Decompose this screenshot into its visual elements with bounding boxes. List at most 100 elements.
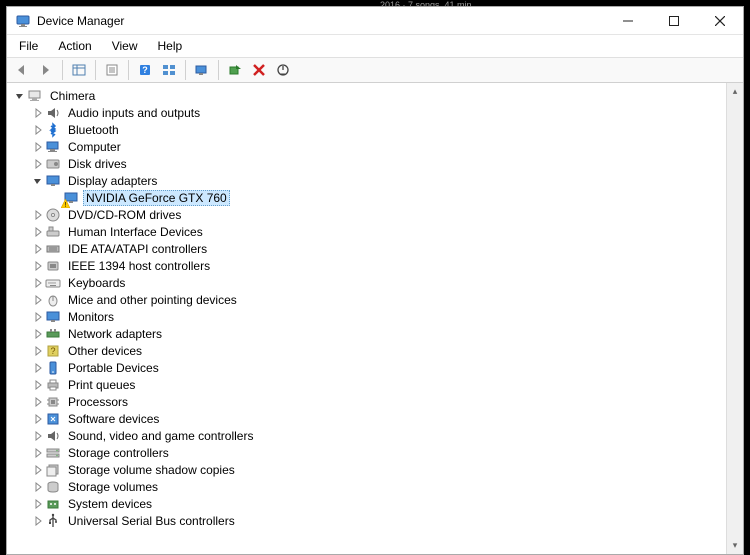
- tree-node-ieee[interactable]: IEEE 1394 host controllers: [7, 257, 726, 274]
- toolbar: ?: [7, 57, 743, 83]
- help-button[interactable]: ?: [134, 59, 156, 81]
- maximize-button[interactable]: [651, 7, 697, 34]
- close-button[interactable]: [697, 7, 743, 34]
- system-icon: [45, 496, 61, 512]
- update-driver-button[interactable]: [224, 59, 246, 81]
- tree-node-mouse[interactable]: Mice and other pointing devices: [7, 291, 726, 308]
- toolbar-separator: [95, 60, 96, 80]
- svg-text:!: !: [65, 202, 67, 208]
- expand-toggle[interactable]: [31, 276, 45, 290]
- toolbar-separator: [128, 60, 129, 80]
- software-icon: [45, 411, 61, 427]
- node-label: Mice and other pointing devices: [65, 292, 240, 308]
- volume-icon: [45, 479, 61, 495]
- tree-node-usb[interactable]: Universal Serial Bus controllers: [7, 512, 726, 529]
- tree-node-system[interactable]: System devices: [7, 495, 726, 512]
- expand-toggle[interactable]: [31, 140, 45, 154]
- tree-node-computer[interactable]: Computer: [7, 138, 726, 155]
- tree-node-display[interactable]: Display adapters: [7, 172, 726, 189]
- vertical-scrollbar[interactable]: ▴ ▾: [726, 83, 743, 554]
- expand-toggle[interactable]: [31, 293, 45, 307]
- tree-node-printer[interactable]: Print queues: [7, 376, 726, 393]
- expand-toggle[interactable]: [31, 208, 45, 222]
- disk-icon: [45, 156, 61, 172]
- node-label: Display adapters: [65, 173, 160, 189]
- expand-toggle[interactable]: [31, 310, 45, 324]
- tree-node-storage[interactable]: Storage controllers: [7, 444, 726, 461]
- tree-node-audio[interactable]: Audio inputs and outputs: [7, 104, 726, 121]
- disable-button[interactable]: [272, 59, 294, 81]
- node-label: Processors: [65, 394, 131, 410]
- tree-root[interactable]: Chimera: [7, 87, 726, 104]
- expand-toggle[interactable]: [31, 242, 45, 256]
- expand-toggle[interactable]: [31, 463, 45, 477]
- expand-toggle[interactable]: [31, 123, 45, 137]
- expand-toggle[interactable]: [31, 157, 45, 171]
- tree-node-keyboard[interactable]: Keyboards: [7, 274, 726, 291]
- properties-button[interactable]: [101, 59, 123, 81]
- uninstall-button[interactable]: [248, 59, 270, 81]
- titlebar: Device Manager: [7, 7, 743, 35]
- dvd-icon: [45, 207, 61, 223]
- cpu-icon: [45, 394, 61, 410]
- tree-node-other[interactable]: ? Other devices: [7, 342, 726, 359]
- forward-button[interactable]: [35, 59, 57, 81]
- expand-toggle[interactable]: [31, 480, 45, 494]
- menu-file[interactable]: File: [11, 38, 46, 54]
- expand-toggle[interactable]: [31, 446, 45, 460]
- node-label: Human Interface Devices: [65, 224, 206, 240]
- action-grid-button[interactable]: [158, 59, 180, 81]
- other-icon: ?: [45, 343, 61, 359]
- expand-toggle[interactable]: [31, 259, 45, 273]
- expand-toggle[interactable]: [31, 514, 45, 528]
- node-label: Network adapters: [65, 326, 165, 342]
- tree-child-display[interactable]: ! NVIDIA GeForce GTX 760: [7, 189, 726, 206]
- tree-node-software[interactable]: Software devices: [7, 410, 726, 427]
- scan-button[interactable]: [191, 59, 213, 81]
- node-label: Audio inputs and outputs: [65, 105, 203, 121]
- expand-toggle[interactable]: [31, 412, 45, 426]
- expand-toggle[interactable]: [31, 361, 45, 375]
- display-icon: !: [63, 190, 79, 206]
- expand-toggle[interactable]: [31, 327, 45, 341]
- tree-node-sound[interactable]: Sound, video and game controllers: [7, 427, 726, 444]
- expand-toggle[interactable]: [31, 174, 45, 188]
- node-label: Print queues: [65, 377, 138, 393]
- back-button[interactable]: [11, 59, 33, 81]
- expand-toggle[interactable]: [31, 429, 45, 443]
- node-label: Storage controllers: [65, 445, 172, 461]
- expand-toggle[interactable]: [31, 344, 45, 358]
- show-hide-tree-button[interactable]: [68, 59, 90, 81]
- tree-node-volume[interactable]: Storage volumes: [7, 478, 726, 495]
- portable-icon: [45, 360, 61, 376]
- scroll-up-icon[interactable]: ▴: [727, 83, 743, 100]
- tree-node-bluetooth[interactable]: Bluetooth: [7, 121, 726, 138]
- tree-node-ide[interactable]: IDE ATA/ATAPI controllers: [7, 240, 726, 257]
- menu-view[interactable]: View: [104, 38, 146, 54]
- menu-action[interactable]: Action: [50, 38, 99, 54]
- tree-node-dvd[interactable]: DVD/CD-ROM drives: [7, 206, 726, 223]
- device-tree[interactable]: Chimera Audio inputs and outputs Bluetoo…: [7, 83, 726, 554]
- expand-toggle[interactable]: [31, 497, 45, 511]
- menu-help[interactable]: Help: [150, 38, 191, 54]
- tree-node-shadow[interactable]: Storage volume shadow copies: [7, 461, 726, 478]
- tree-node-monitor[interactable]: Monitors: [7, 308, 726, 325]
- scroll-down-icon[interactable]: ▾: [727, 537, 743, 554]
- expand-toggle[interactable]: [31, 378, 45, 392]
- display-icon: [45, 173, 61, 189]
- expand-toggle[interactable]: [31, 225, 45, 239]
- expand-toggle[interactable]: [31, 395, 45, 409]
- node-label: Disk drives: [65, 156, 130, 172]
- sound-icon: [45, 428, 61, 444]
- tree-node-portable[interactable]: Portable Devices: [7, 359, 726, 376]
- tree-node-disk[interactable]: Disk drives: [7, 155, 726, 172]
- hid-icon: [45, 224, 61, 240]
- tree-node-network[interactable]: Network adapters: [7, 325, 726, 342]
- tree-node-cpu[interactable]: Processors: [7, 393, 726, 410]
- tree-node-hid[interactable]: Human Interface Devices: [7, 223, 726, 240]
- app-icon: [15, 13, 31, 29]
- expand-toggle[interactable]: [31, 106, 45, 120]
- minimize-button[interactable]: [605, 7, 651, 34]
- device-manager-window: Device Manager File Action View Help ?: [6, 6, 744, 555]
- expand-toggle[interactable]: [13, 89, 27, 103]
